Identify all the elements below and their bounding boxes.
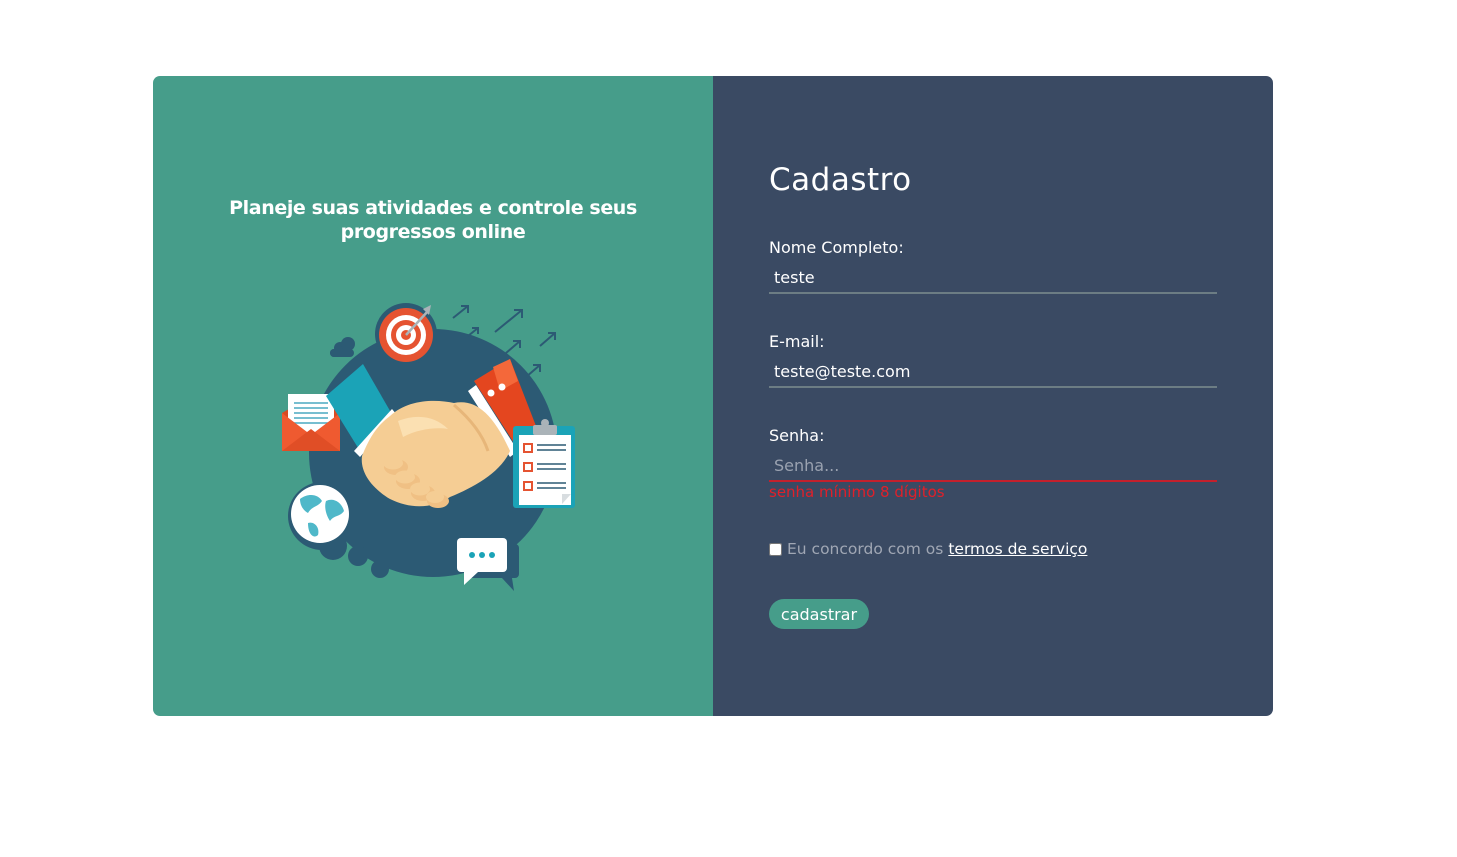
target-icon — [375, 303, 437, 365]
password-error-message: senha mínimo 8 dígitos — [769, 483, 945, 501]
terms-checkbox[interactable] — [769, 542, 782, 556]
checklist-icon — [513, 419, 575, 508]
password-field: Senha: senha mínimo 8 dígitos — [769, 426, 1217, 501]
hero-panel: Planeje suas atividades e controle seus … — [153, 76, 713, 716]
globe-icon — [288, 482, 356, 550]
password-label: Senha: — [769, 426, 825, 445]
terms-agreement: Eu concordo com os termos de serviço — [769, 540, 1087, 558]
hero-tagline: Planeje suas atividades e controle seus … — [229, 197, 637, 243]
cloud-icon — [330, 337, 355, 357]
form-title: Cadastro — [769, 162, 912, 198]
chat-icon — [457, 538, 519, 591]
password-input[interactable] — [769, 450, 1217, 482]
email-input[interactable] — [769, 356, 1217, 388]
terms-of-service-link[interactable]: termos de serviço — [948, 540, 1087, 558]
handshake-illustration — [282, 303, 575, 591]
terms-prefix-text: Eu concordo com os — [787, 540, 944, 558]
email-label: E-mail: — [769, 332, 825, 351]
signup-card: Planeje suas atividades e controle seus … — [153, 76, 1273, 716]
name-field: Nome Completo: — [769, 238, 1217, 294]
signup-form-panel: Cadastro Nome Completo: E-mail: Senha: s… — [713, 76, 1273, 716]
register-button[interactable]: cadastrar — [769, 599, 869, 629]
name-label: Nome Completo: — [769, 238, 904, 257]
name-input[interactable] — [769, 262, 1217, 294]
email-field: E-mail: — [769, 332, 1217, 388]
